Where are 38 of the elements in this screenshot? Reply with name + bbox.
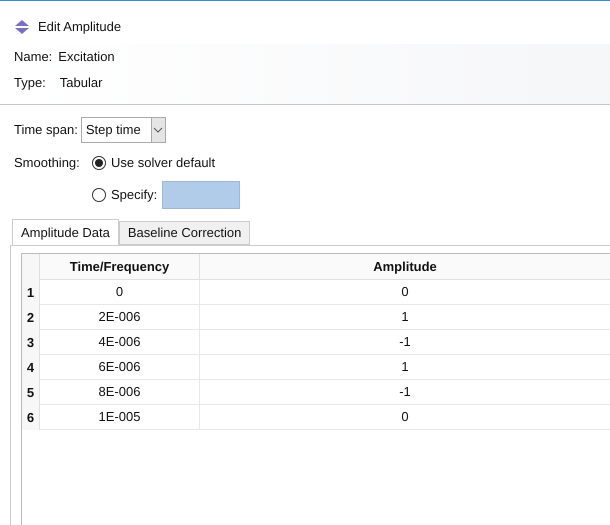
double-arrow-icon: [14, 20, 30, 34]
field-label: Name:: [14, 48, 52, 66]
column-header[interactable]: Time/Frequency: [40, 254, 200, 280]
window-title: Edit Amplitude: [38, 18, 122, 36]
field-label: Type:: [14, 74, 46, 92]
table-cell: -1: [200, 380, 610, 405]
radio-label: Specify:: [111, 186, 158, 204]
radio-label: Use solver default: [111, 154, 216, 172]
radio-button[interactable]: [92, 156, 106, 170]
tab[interactable]: Amplitude Data: [12, 219, 119, 245]
time-span-dropdown[interactable]: Step time: [80, 117, 166, 143]
field-label: Time span:: [14, 121, 78, 140]
radio-button[interactable]: [92, 188, 106, 202]
table-cell: 1: [200, 355, 610, 380]
table-cell: 0: [40, 280, 200, 305]
table-cell: 0: [200, 405, 610, 430]
table-cell: 1: [200, 305, 610, 330]
table-cell: -1: [200, 330, 610, 355]
field-value: Excitation: [58, 48, 115, 66]
row-number: 6: [22, 405, 40, 430]
table-cell: 6E-006: [40, 355, 200, 380]
table-cell: 2E-006: [40, 305, 200, 330]
row-number: 4: [22, 355, 40, 380]
table-cell: 8E-006: [40, 380, 200, 405]
row-number: 3: [22, 330, 40, 355]
row-number: 5: [22, 380, 40, 405]
tab[interactable]: Baseline Correction: [118, 221, 250, 245]
corner-header: [22, 254, 40, 280]
row-number: 1: [22, 280, 40, 305]
row-number: 2: [22, 305, 40, 330]
table-cell: 4E-006: [40, 330, 200, 355]
table-cell: 0: [200, 280, 610, 305]
field-value: Tabular: [60, 74, 102, 92]
column-header[interactable]: Amplitude: [200, 254, 610, 280]
input-field[interactable]: [162, 181, 240, 209]
table-cell: 1E-005: [40, 405, 200, 430]
caret-icon: [153, 127, 164, 133]
field-label: Smoothing:: [14, 154, 81, 172]
